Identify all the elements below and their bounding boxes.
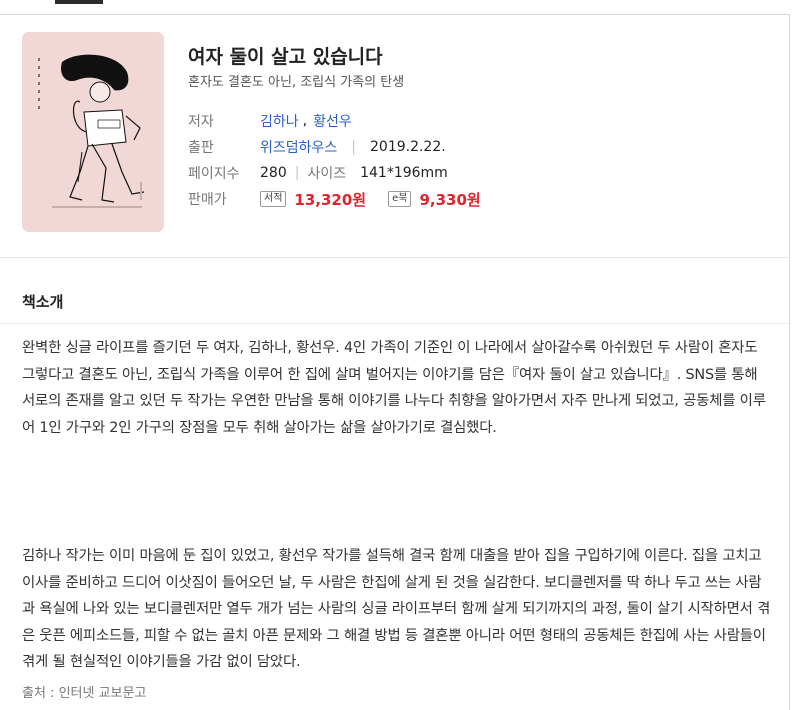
author-link-2[interactable]: 황선우 [313, 111, 352, 131]
publisher-link[interactable]: 위즈덤하우스 [260, 137, 337, 157]
ebook-price-tag: e북 [388, 191, 412, 207]
pages-value: 280 [260, 165, 287, 181]
author-link-1[interactable]: 김하나 [260, 111, 299, 131]
size-value: 141*196mm [360, 165, 448, 181]
section-divider [0, 257, 789, 258]
authors-row: 저자 김하나 , 황선우 [188, 111, 352, 131]
active-tab-indicator [55, 0, 103, 4]
top-strip [0, 0, 800, 10]
book-title[interactable]: 여자 둘이 살고 있습니다 [188, 42, 383, 69]
pages-label: 페이지수 [188, 166, 240, 182]
intro-paragraph-1: 완벽한 싱글 라이프를 즐기던 두 여자, 김하나, 황선우. 4인 가족이 기… [22, 340, 766, 436]
book-info-card: 여자 둘이 살고 있습니다 혼자도 결혼도 아닌, 조립식 가족의 탄생 저자 … [0, 14, 790, 710]
meta-divider: | [351, 139, 356, 155]
print-price-tag: 서적 [260, 191, 287, 207]
author-separator: , [302, 113, 308, 129]
authors-label: 저자 [188, 114, 214, 130]
publisher-label: 출판 [188, 140, 214, 156]
cover-illustration [22, 32, 164, 232]
book-cover-image[interactable] [22, 32, 164, 232]
size-label: 사이즈 [307, 166, 347, 182]
source-credit: 출처 : 인터넷 교보문고 [22, 686, 147, 701]
intro-paragraph-2: 김하나 작가는 이미 마음에 둔 집이 있었고, 황선우 작가를 설득해 결국 … [22, 548, 771, 670]
price-label: 판매가 [188, 192, 227, 208]
section-heading-intro: 책소개 [22, 293, 64, 311]
section-rule [0, 323, 789, 324]
publisher-row: 출판 위즈덤하우스 | 2019.2.22. [188, 137, 446, 157]
price-row: 판매가 서적 13,320원 e북 9,330원 [188, 189, 481, 209]
ebook-price: 9,330원 [419, 190, 481, 209]
meta-divider: | [294, 165, 300, 181]
pages-size-row: 페이지수 280 | 사이즈 141*196mm [188, 163, 448, 183]
publish-date: 2019.2.22. [370, 139, 446, 155]
book-subtitle: 혼자도 결혼도 아닌, 조립식 가족의 탄생 [188, 75, 405, 90]
print-price: 13,320원 [294, 190, 367, 209]
